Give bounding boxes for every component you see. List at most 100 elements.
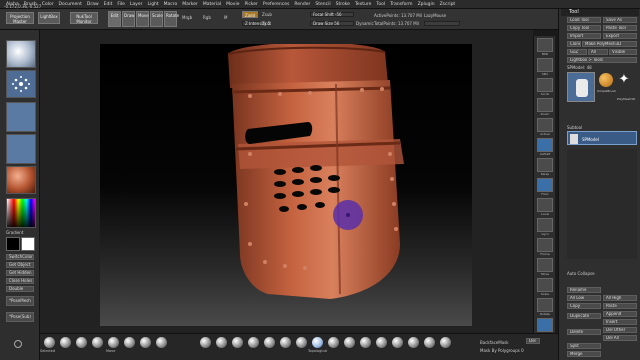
material-thumbnail[interactable] [6, 166, 36, 194]
simple-brush-thumb[interactable] [599, 73, 613, 87]
actual-button[interactable] [537, 118, 553, 132]
brush-orb-lines-icon[interactable] [392, 337, 403, 348]
brush-orb-flatten-icon[interactable] [296, 337, 307, 348]
brush-orb-cracks-icon[interactable] [280, 337, 291, 348]
zsub-toggle[interactable]: Zsub [262, 12, 272, 17]
rotate-button[interactable]: Rotate [164, 11, 179, 27]
lightbox-button[interactable]: LightBox [38, 12, 60, 24]
brush-topological-icon[interactable] [312, 337, 323, 348]
persp-button[interactable] [537, 158, 553, 172]
primary-color-swatch[interactable] [6, 237, 20, 251]
rgb-toggle[interactable]: Rgb [203, 15, 211, 20]
brush-dam-standard-icon[interactable] [140, 337, 151, 348]
brush-standard-icon[interactable] [92, 337, 103, 348]
append-button[interactable]: Append [603, 311, 637, 317]
focal-shift-slider[interactable]: Focal Shift -56 [310, 12, 354, 17]
menu-item-light[interactable]: Light [147, 2, 158, 7]
menu-item-zscript[interactable]: Zscript [440, 2, 456, 7]
menu-item-document[interactable]: Document [59, 2, 82, 7]
rename-button[interactable]: Rename [567, 287, 601, 293]
menu-item-tool[interactable]: Tool [376, 2, 385, 7]
edit-button[interactable]: Edit [108, 11, 121, 27]
draw-size-slider[interactable]: Draw Size 56 [310, 21, 354, 26]
insert-button[interactable]: Insert [603, 319, 637, 325]
get-object-button[interactable]: Get Object [6, 262, 34, 268]
menu-item-color[interactable]: Color [42, 2, 54, 7]
record-icon[interactable] [14, 340, 22, 348]
move-button[interactable]: Move [136, 11, 149, 27]
zoom-button[interactable] [537, 98, 553, 112]
menu-item-zplugin[interactable]: Zplugin [418, 2, 435, 7]
menu-item-layer[interactable]: Layer [130, 2, 143, 7]
stroke-thumbnail[interactable] [6, 70, 36, 98]
mrgb-toggle[interactable]: Mrgb [182, 15, 192, 20]
brush-clip-curve-icon[interactable] [424, 337, 435, 348]
lightbox-tools-button[interactable]: Lightbox > Tools [567, 57, 637, 63]
viewport-canvas[interactable] [100, 44, 472, 326]
menu-item-material[interactable]: Material [203, 2, 221, 7]
brush-claybuildup-icon[interactable] [232, 337, 243, 348]
m-toggle[interactable]: M [224, 15, 227, 20]
local-button[interactable] [537, 198, 553, 212]
menu-item-transform[interactable]: Transform [390, 2, 412, 7]
copy-tool-button[interactable]: Copy Tool [567, 25, 601, 31]
floor-button[interactable] [537, 178, 553, 192]
brush-clay-icon[interactable] [76, 337, 87, 348]
move-view-button[interactable] [537, 258, 553, 272]
secondary-color-swatch[interactable] [21, 237, 35, 251]
texture-thumbnail[interactable] [6, 134, 36, 164]
save-as-button[interactable]: Save As [603, 17, 637, 23]
visible-button[interactable]: Visible [609, 49, 637, 55]
rotate-view-button[interactable] [537, 298, 553, 312]
split-button[interactable]: Split [567, 343, 601, 349]
gyro-button[interactable] [537, 218, 553, 232]
duplicate-button[interactable]: Duplicate [567, 313, 601, 319]
close-holes-button[interactable]: Close Holes [6, 278, 34, 284]
menu-item-stroke[interactable]: Stroke [336, 2, 350, 7]
menu-item-texture[interactable]: Texture [355, 2, 371, 7]
menu-item-edit[interactable]: Edit [104, 2, 113, 7]
zadd-toggle[interactable]: Zadd [242, 11, 258, 18]
mask-by-polygroups-slider[interactable]: Mask By Polygroups 0 [480, 348, 524, 353]
get-hidden-button[interactable]: Get Hidden [6, 270, 34, 276]
polyf-button[interactable] [537, 318, 553, 332]
switch-color-button[interactable]: SwitchColor [6, 254, 34, 260]
copy-subtool-button[interactable]: Copy [567, 303, 601, 309]
all-low-button[interactable]: All Low [567, 295, 601, 301]
dynamic-toggle[interactable]: Dynamic [356, 21, 374, 26]
paste-subtool-button[interactable]: Paste [603, 303, 637, 309]
lazy-mouse-toggle[interactable]: LazyMouse [424, 13, 446, 18]
subtool-item[interactable]: SPModel [567, 131, 637, 145]
brush-thumbnail[interactable] [6, 40, 36, 68]
del-button[interactable]: Del [526, 338, 540, 344]
subtool-header[interactable]: Subtool [567, 125, 582, 130]
all-high-button[interactable]: All High [603, 295, 637, 301]
lazy-radius-slider[interactable] [424, 21, 460, 26]
brush-orb-wrinkles-icon[interactable] [328, 337, 339, 348]
load-tool-button[interactable]: Load Tool [567, 17, 601, 23]
menu-item-stencil[interactable]: Stencil [315, 2, 330, 7]
current-tool-thumb[interactable] [567, 72, 595, 102]
brush-move-icon[interactable] [108, 337, 119, 348]
import-button[interactable]: Import [567, 33, 601, 39]
menu-item-preferences[interactable]: Preferences [263, 2, 289, 7]
double-button[interactable]: Double [6, 286, 34, 292]
bpr-button[interactable] [537, 38, 553, 52]
color-picker[interactable] [6, 198, 36, 228]
brush-inflate-icon[interactable] [156, 337, 167, 348]
menu-item-file[interactable]: File [117, 2, 125, 7]
menu-item-picker[interactable]: Picker [244, 2, 257, 7]
merge-button[interactable]: Merge [567, 351, 601, 357]
backface-mask-toggle[interactable]: BackfaceMask [480, 340, 509, 345]
paste-tool-button[interactable]: Paste Tool [603, 25, 637, 31]
brush-selected-icon[interactable] [44, 337, 55, 348]
del-other-button[interactable]: Del Other [603, 327, 637, 333]
goz-button[interactable]: GoZ [567, 49, 587, 55]
scroll-button[interactable] [537, 78, 553, 92]
menu-item-render[interactable]: Render [294, 2, 310, 7]
scale-button[interactable]: Scale [150, 11, 163, 27]
make-polymesh-button[interactable]: Make PolyMesh3D [582, 41, 637, 47]
all-button[interactable]: All [588, 49, 608, 55]
brush-orb-tubes-icon[interactable] [408, 337, 419, 348]
menu-item-movie[interactable]: Movie [226, 2, 239, 7]
